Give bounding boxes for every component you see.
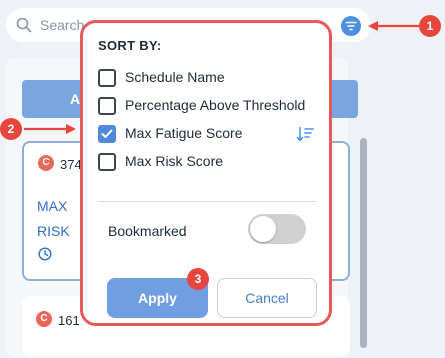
check-icon xyxy=(101,129,113,138)
checkbox[interactable] xyxy=(98,153,116,171)
search-icon xyxy=(16,17,32,33)
card-number: 374 xyxy=(60,157,82,172)
cancel-button[interactable]: Cancel xyxy=(217,278,317,318)
card-metric-label: MAX xyxy=(37,198,68,214)
card-number: 161 xyxy=(58,313,80,328)
annotation-marker: 3 xyxy=(187,268,209,290)
checkbox[interactable] xyxy=(98,69,116,87)
sort-option-label: Max Fatigue Score xyxy=(125,125,243,141)
filter-button[interactable] xyxy=(341,16,361,36)
bookmarked-label: Bookmarked xyxy=(108,223,187,239)
sort-option-label: Max Risk Score xyxy=(125,153,224,169)
annotation-marker: 1 xyxy=(419,15,441,37)
card-metric-label: RISK xyxy=(37,223,70,239)
bookmarked-toggle[interactable] xyxy=(248,214,306,244)
annotation-marker: 2 xyxy=(0,118,22,140)
toggle-knob xyxy=(250,216,276,242)
filter-icon xyxy=(345,21,357,31)
checkbox[interactable] xyxy=(98,97,116,115)
checkbox-checked[interactable] xyxy=(98,125,116,143)
category-badge: C xyxy=(36,311,52,327)
sort-descending-icon[interactable] xyxy=(296,126,314,147)
sort-option-label: Schedule Name xyxy=(125,69,225,85)
clock-icon xyxy=(38,247,52,266)
sort-by-title: SORT BY: xyxy=(98,38,162,53)
scrollbar[interactable] xyxy=(360,138,367,348)
divider xyxy=(98,201,316,202)
sort-option-label: Percentage Above Threshold xyxy=(125,97,306,113)
category-badge: C xyxy=(38,155,54,171)
list-tab-label: A xyxy=(70,91,81,107)
